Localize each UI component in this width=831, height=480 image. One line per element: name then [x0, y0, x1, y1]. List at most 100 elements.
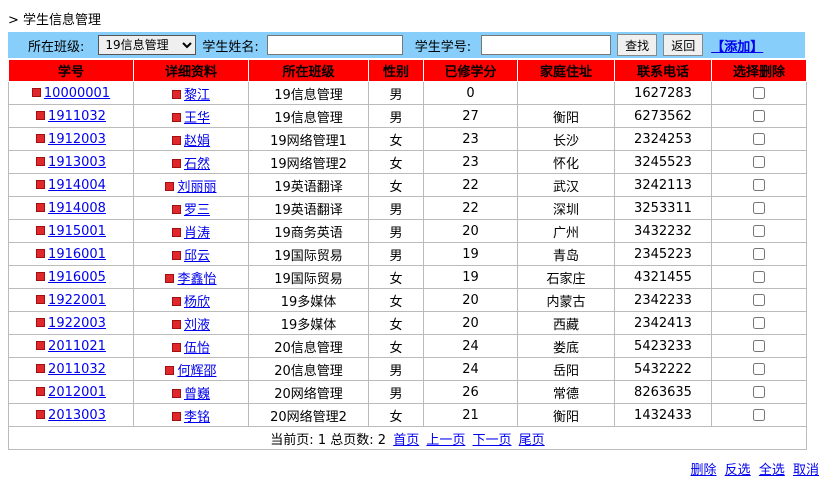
student-name-link[interactable]: 刘丽丽: [177, 180, 216, 195]
row-select-checkbox[interactable]: [753, 294, 765, 306]
row-select-checkbox[interactable]: [753, 248, 765, 260]
row-select-checkbox[interactable]: [753, 225, 765, 237]
student-id-link[interactable]: 1915001: [48, 224, 106, 239]
expand-icon[interactable]: [171, 296, 181, 306]
find-button[interactable]: 查找: [617, 34, 658, 56]
expand-icon[interactable]: [36, 225, 46, 235]
expand-icon[interactable]: [36, 248, 46, 258]
row-select-checkbox[interactable]: [753, 110, 765, 122]
expand-icon[interactable]: [165, 273, 175, 283]
name-input[interactable]: [266, 35, 403, 55]
student-id-link[interactable]: 1916005: [48, 270, 106, 285]
row-select-checkbox[interactable]: [753, 386, 765, 398]
student-name-link[interactable]: 何辉邵: [177, 364, 216, 379]
row-select-checkbox[interactable]: [753, 202, 765, 214]
student-name-link[interactable]: 王华: [184, 111, 210, 126]
row-select-checkbox[interactable]: [753, 87, 765, 99]
delete-link[interactable]: 删除: [691, 463, 717, 478]
student-name-link[interactable]: 黎江: [184, 88, 210, 103]
expand-icon[interactable]: [36, 133, 46, 143]
student-id-link[interactable]: 2011032: [48, 362, 106, 377]
expand-icon[interactable]: [36, 386, 46, 396]
expand-icon[interactable]: [31, 87, 41, 97]
student-id-link[interactable]: 1914004: [48, 178, 106, 193]
first-page-link[interactable]: 首页: [393, 433, 419, 448]
row-select-checkbox[interactable]: [753, 271, 765, 283]
expand-icon[interactable]: [36, 156, 46, 166]
expand-icon[interactable]: [36, 340, 46, 350]
expand-icon[interactable]: [36, 202, 46, 212]
student-name-link[interactable]: 刘液: [184, 318, 210, 333]
row-select-checkbox[interactable]: [753, 179, 765, 191]
row-select-checkbox[interactable]: [753, 156, 765, 168]
add-link[interactable]: 【添加】: [711, 36, 763, 55]
student-id-link[interactable]: 2013003: [48, 408, 106, 423]
student-id-link[interactable]: 10000001: [44, 86, 110, 101]
expand-icon[interactable]: [165, 365, 175, 375]
class-cell: 20网络管理: [274, 386, 343, 402]
student-id-link[interactable]: 1916001: [48, 247, 106, 262]
gender-cell: 男: [389, 110, 403, 126]
student-table: 学号 详细资料 所在班级 性别 已修学分 家庭住址 联系电话 选择删除 1000…: [8, 59, 807, 450]
student-id-link[interactable]: 1914008: [48, 201, 106, 216]
expand-icon[interactable]: [165, 181, 175, 191]
student-name-link[interactable]: 伍怡: [184, 341, 210, 356]
next-page-link[interactable]: 下一页: [473, 433, 512, 448]
row-select-checkbox[interactable]: [753, 340, 765, 352]
expand-icon[interactable]: [171, 158, 181, 168]
expand-icon[interactable]: [171, 112, 181, 122]
student-id-link[interactable]: 1922003: [48, 316, 106, 331]
student-name-link[interactable]: 罗三: [184, 203, 210, 218]
student-name-link[interactable]: 肖涛: [184, 226, 210, 241]
phone-cell: 3245523: [634, 154, 692, 170]
address-cell: 内蒙古: [546, 294, 586, 310]
phone-cell: 4321455: [634, 269, 692, 285]
prev-page-link[interactable]: 上一页: [426, 433, 465, 448]
expand-icon[interactable]: [36, 409, 46, 419]
student-id-link[interactable]: 1922001: [48, 293, 106, 308]
student-id-link[interactable]: 1911032: [48, 109, 106, 124]
expand-icon[interactable]: [36, 317, 46, 327]
expand-icon[interactable]: [171, 204, 181, 214]
row-select-checkbox[interactable]: [753, 133, 765, 145]
student-id-link[interactable]: 1912003: [48, 132, 106, 147]
student-name-link[interactable]: 赵娟: [184, 134, 210, 149]
expand-icon[interactable]: [36, 294, 46, 304]
expand-icon[interactable]: [36, 271, 46, 281]
student-id-link[interactable]: 2011021: [48, 339, 106, 354]
student-name-link[interactable]: 曾巍: [184, 387, 210, 402]
col-header-select: 选择删除: [711, 59, 807, 82]
table-row: 1912003 赵娟 19网络管理1 女 23 长沙 2324253: [8, 127, 807, 151]
student-name-link[interactable]: 李铭: [184, 410, 210, 425]
student-name-link[interactable]: 石然: [184, 157, 210, 172]
expand-icon[interactable]: [171, 89, 181, 99]
student-id-link[interactable]: 1913003: [48, 155, 106, 170]
name-label: 学生姓名:: [202, 39, 259, 55]
student-name-link[interactable]: 杨欣: [184, 295, 210, 310]
expand-icon[interactable]: [171, 227, 181, 237]
expand-icon[interactable]: [36, 179, 46, 189]
class-select[interactable]: 19信息管理: [98, 35, 197, 55]
expand-icon[interactable]: [171, 250, 181, 260]
expand-icon[interactable]: [171, 342, 181, 352]
row-select-checkbox[interactable]: [753, 317, 765, 329]
student-id-link[interactable]: 2012001: [48, 385, 106, 400]
expand-icon[interactable]: [171, 411, 181, 421]
expand-icon[interactable]: [171, 319, 181, 329]
expand-icon[interactable]: [36, 363, 46, 373]
student-name-link[interactable]: 邱云: [184, 249, 210, 264]
student-name-link[interactable]: 李鑫怡: [177, 272, 216, 287]
last-page-link[interactable]: 尾页: [519, 433, 545, 448]
row-select-checkbox[interactable]: [753, 363, 765, 375]
row-select-checkbox[interactable]: [753, 409, 765, 421]
gender-cell: 女: [389, 340, 403, 356]
select-all-link[interactable]: 全选: [759, 463, 785, 478]
class-cell: 19英语翻译: [274, 179, 343, 195]
expand-icon[interactable]: [36, 110, 46, 120]
expand-icon[interactable]: [171, 135, 181, 145]
student-no-input[interactable]: [481, 35, 612, 55]
expand-icon[interactable]: [171, 388, 181, 398]
back-button[interactable]: 返回: [663, 34, 704, 56]
invert-select-link[interactable]: 反选: [725, 463, 751, 478]
cancel-select-link[interactable]: 取消: [793, 463, 819, 478]
